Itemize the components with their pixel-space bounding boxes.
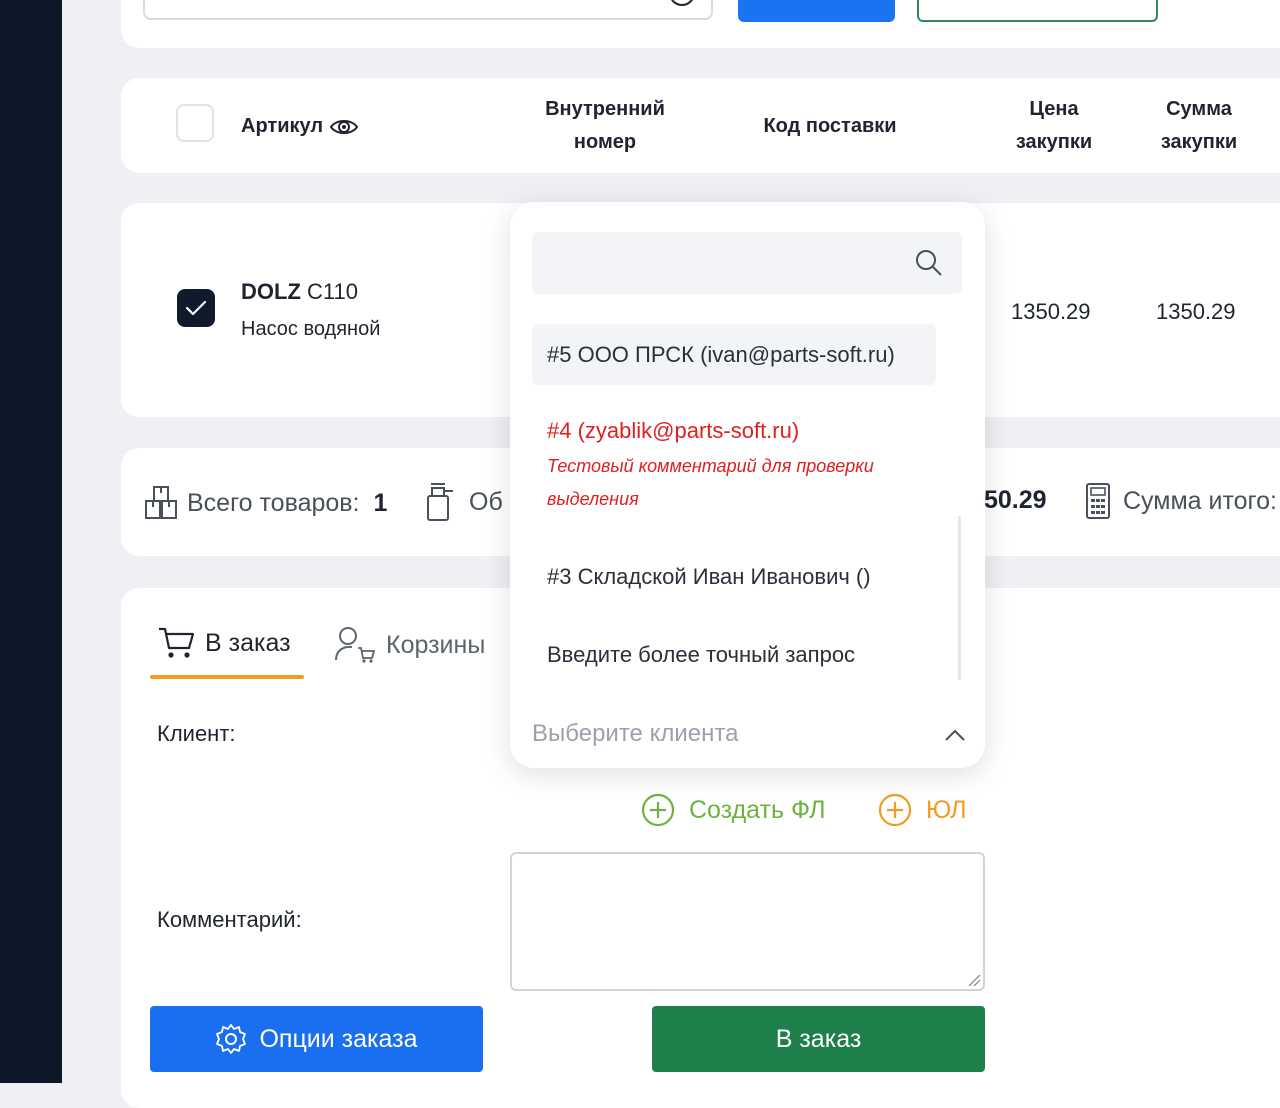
column-header-internal-line1: Внутренний	[545, 98, 665, 120]
resize-handle-icon[interactable]	[967, 973, 981, 987]
summary-total-items-value: 1	[373, 488, 388, 517]
column-header-internal-number: Внутренний номер	[530, 93, 680, 159]
product-brand: DOLZ	[241, 279, 301, 304]
tab-carts-label: Корзины	[386, 630, 486, 659]
column-header-price: Цена закупки	[1000, 93, 1108, 159]
summary-partial-value: 50.29	[984, 486, 1047, 514]
client-option-note: Тестовый комментарий для проверки выделе…	[547, 450, 936, 516]
eye-icon[interactable]	[329, 117, 359, 137]
summary-total-items: Всего товаров: 1	[143, 484, 387, 522]
client-search-input[interactable]	[532, 232, 962, 294]
secondary-search-button[interactable]	[917, 0, 1158, 22]
client-option-label: #3 Складской Иван Иванович ()	[547, 564, 871, 589]
gear-icon	[216, 1024, 247, 1054]
tab-order-label: В заказ	[205, 628, 291, 657]
client-option[interactable]: #5 ООО ПРСК (ivan@parts-soft.ru)	[532, 324, 936, 385]
cart-icon	[159, 627, 195, 658]
summary-partial: Об	[425, 482, 503, 522]
product-sum: 1350.29	[1156, 299, 1236, 324]
create-ul-label: ЮЛ	[926, 795, 967, 824]
calculator-icon	[1086, 483, 1110, 519]
search-button[interactable]	[738, 0, 895, 22]
client-option-highlighted[interactable]: #4 (zyablik@parts-soft.ru) Тестовый комм…	[532, 418, 936, 516]
column-header-internal-line2: номер	[573, 131, 637, 153]
select-all-checkbox[interactable]	[176, 104, 214, 142]
spray-bottle-icon	[427, 483, 453, 521]
column-header-price-line1: Цена	[1029, 98, 1079, 120]
order-options-button[interactable]: Опции заказа	[150, 1006, 483, 1072]
client-option-hint: Введите более точный запрос	[532, 642, 936, 668]
client-label: Клиент:	[157, 721, 236, 746]
summary-total-sum: Сумма итого:	[1085, 482, 1277, 520]
sidebar	[0, 0, 62, 1083]
column-header-sum-line2: закупки	[1160, 131, 1238, 153]
plus-circle-icon	[641, 793, 675, 827]
tab-carts[interactable]: Корзины	[334, 626, 485, 664]
tab-order-underline	[150, 675, 304, 679]
create-ul-link[interactable]: ЮЛ	[878, 793, 967, 827]
client-option-hint-label: Введите более точный запрос	[547, 642, 856, 667]
help-icon[interactable]	[669, 0, 695, 6]
tab-order[interactable]: В заказ	[157, 626, 291, 660]
client-option-note-line2: выделения	[547, 489, 639, 509]
column-header-sum-line1: Сумма	[1166, 98, 1232, 120]
search-input[interactable]	[143, 0, 713, 20]
search-icon	[916, 250, 942, 276]
column-header-article-label: Артикул	[241, 115, 324, 137]
product-name: Насос водяной	[241, 318, 381, 340]
comment-label: Комментарий:	[157, 907, 302, 932]
client-option[interactable]: #3 Складской Иван Иванович ()	[532, 564, 936, 590]
client-option-label: #4 (zyablik@parts-soft.ru)	[547, 418, 800, 443]
client-select[interactable]: Выберите клиента	[532, 720, 738, 748]
column-header-price-line2: закупки	[1015, 131, 1093, 153]
comment-textarea[interactable]	[510, 852, 985, 991]
summary-partial-label: Об	[469, 487, 503, 516]
place-order-label: В заказ	[775, 1024, 862, 1053]
row-checkbox[interactable]	[177, 289, 215, 327]
product-price: 1350.29	[1011, 299, 1091, 324]
column-header-sum: Сумма закупки	[1145, 93, 1253, 159]
user-cart-icon	[335, 627, 376, 663]
place-order-button[interactable]: В заказ	[652, 1006, 985, 1072]
boxes-icon	[145, 486, 177, 519]
summary-total-items-label: Всего товаров:	[187, 488, 360, 517]
column-header-article: Артикул	[241, 110, 359, 143]
client-option-label: #5 ООО ПРСК (ivan@parts-soft.ru)	[547, 342, 895, 367]
dropdown-scrollbar[interactable]	[958, 516, 961, 680]
client-select-dropdown: #5 ООО ПРСК (ivan@parts-soft.ru) #4 (zya…	[510, 202, 985, 768]
plus-circle-icon	[878, 793, 912, 827]
order-options-label: Опции заказа	[259, 1024, 418, 1053]
client-option-note-line1: Тестовый комментарий для проверки	[547, 456, 874, 476]
product-code: C110	[307, 279, 358, 304]
checkmark-icon	[185, 300, 207, 316]
product-article: DOLZ C110	[241, 279, 358, 305]
chevron-up-icon[interactable]	[944, 728, 966, 742]
summary-total-sum-label: Сумма итого:	[1123, 486, 1277, 515]
column-header-supply-code: Код поставки	[763, 115, 897, 137]
create-fl-label: Создать ФЛ	[689, 795, 826, 824]
create-fl-link[interactable]: Создать ФЛ	[641, 793, 826, 827]
